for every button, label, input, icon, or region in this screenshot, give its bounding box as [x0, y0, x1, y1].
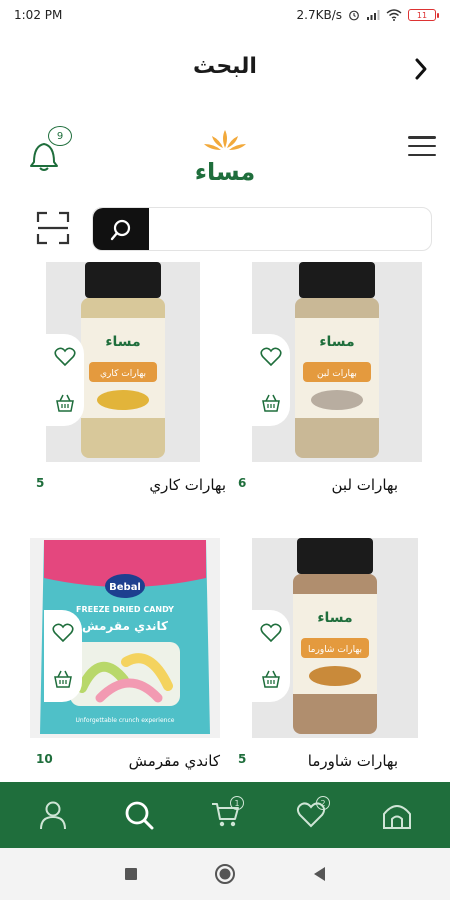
alarm-icon — [349, 10, 359, 21]
brand-logo: مساء — [195, 130, 256, 186]
product-count: 10 — [36, 752, 53, 766]
scan-icon — [36, 211, 70, 245]
jar-label: بهارات شاورما — [308, 645, 362, 655]
spice-jar-image: مساء بهارات لبن — [295, 262, 379, 458]
bottom-nav: 1 2 — [0, 782, 450, 848]
product-count: 5 — [238, 752, 247, 766]
signal-icon — [367, 10, 380, 20]
app-header: 9 مساء — [0, 118, 450, 188]
heart-icon[interactable] — [52, 623, 74, 643]
back-button[interactable] — [406, 54, 436, 84]
nav-cart[interactable]: 1 — [200, 790, 250, 840]
jar-logo: مساء — [105, 334, 140, 350]
search-button[interactable] — [93, 208, 149, 250]
product-actions — [252, 334, 290, 426]
candy-subtitle: FREEZE DRIED CANDY — [76, 605, 174, 614]
search-input[interactable] — [153, 208, 423, 250]
search-row — [0, 205, 450, 251]
nav-search[interactable] — [114, 790, 164, 840]
battery-level: 11 — [416, 10, 428, 20]
user-icon — [40, 801, 66, 830]
product-count: 5 — [36, 476, 45, 490]
basket-icon[interactable] — [260, 669, 282, 689]
favorites-badge: 2 — [316, 796, 330, 810]
candy-brand: Bebal — [109, 582, 141, 593]
chevron-right-icon — [415, 58, 427, 80]
heart-icon[interactable] — [54, 347, 76, 367]
spice-jar-image: مساء بهارات شاورما — [293, 538, 377, 734]
battery-icon: 11 — [408, 9, 439, 21]
nav-profile[interactable] — [28, 790, 78, 840]
recents-icon[interactable] — [124, 867, 138, 881]
product-card[interactable]: مساء بهارات كاري بهارات كاري 5 — [30, 262, 226, 522]
home-circle-icon[interactable] — [214, 863, 236, 885]
product-name: بهارات شاورما — [307, 752, 398, 770]
menu-line — [408, 136, 436, 139]
candy-tagline: Unforgettable crunch experience — [76, 717, 175, 724]
back-triangle-icon[interactable] — [312, 866, 326, 882]
candy-label: كاندي مقرمش — [82, 619, 168, 633]
nav-home[interactable] — [372, 790, 422, 840]
notifications-button[interactable]: 9 — [26, 126, 74, 174]
product-name: كاندي مقرمش — [128, 752, 220, 770]
product-actions — [252, 610, 290, 702]
status-bar: 1:02 PM 2.7KB/s 11 — [0, 0, 450, 30]
status-time: 1:02 PM — [14, 8, 63, 22]
jar-label: بهارات لبن — [317, 369, 357, 379]
cart-badge: 1 — [230, 796, 244, 810]
page-title: البحث — [193, 54, 257, 79]
status-icons: 2.7KB/s 11 — [296, 8, 439, 22]
product-card[interactable]: مساء بهارات شاورما بهارات شاورما 5 — [232, 538, 422, 798]
jar-logo: مساء — [319, 334, 354, 350]
search-icon — [125, 801, 154, 830]
title-bar: البحث — [0, 48, 450, 92]
search-box — [92, 207, 432, 251]
heart-icon[interactable] — [260, 623, 282, 643]
wifi-icon — [386, 9, 402, 21]
scan-button[interactable] — [36, 211, 70, 245]
network-speed: 2.7KB/s — [296, 8, 342, 22]
product-actions — [44, 610, 82, 702]
menu-line — [408, 144, 436, 148]
basket-icon[interactable] — [52, 669, 74, 689]
logo-text: مساء — [195, 158, 256, 186]
product-card[interactable]: Bebal FREEZE DRIED CANDY كاندي مقرمش Unf… — [30, 538, 220, 798]
jar-logo: مساء — [317, 610, 352, 626]
home-icon — [383, 805, 411, 829]
system-nav-bar — [0, 848, 450, 900]
jar-label: بهارات كاري — [100, 369, 146, 379]
product-count: 6 — [238, 476, 247, 490]
nav-favorites[interactable]: 2 — [286, 790, 336, 840]
notification-badge: 9 — [48, 126, 72, 146]
product-name: بهارات لبن — [331, 476, 398, 494]
menu-line — [408, 153, 436, 156]
search-icon — [110, 219, 131, 241]
basket-icon[interactable] — [260, 393, 282, 413]
product-actions — [46, 334, 84, 426]
product-name: بهارات كاري — [149, 476, 226, 494]
basket-icon[interactable] — [54, 393, 76, 413]
heart-icon[interactable] — [260, 347, 282, 367]
product-card[interactable]: مساء بهارات لبن بهارات لبن 6 — [232, 262, 422, 522]
menu-button[interactable] — [408, 136, 436, 156]
